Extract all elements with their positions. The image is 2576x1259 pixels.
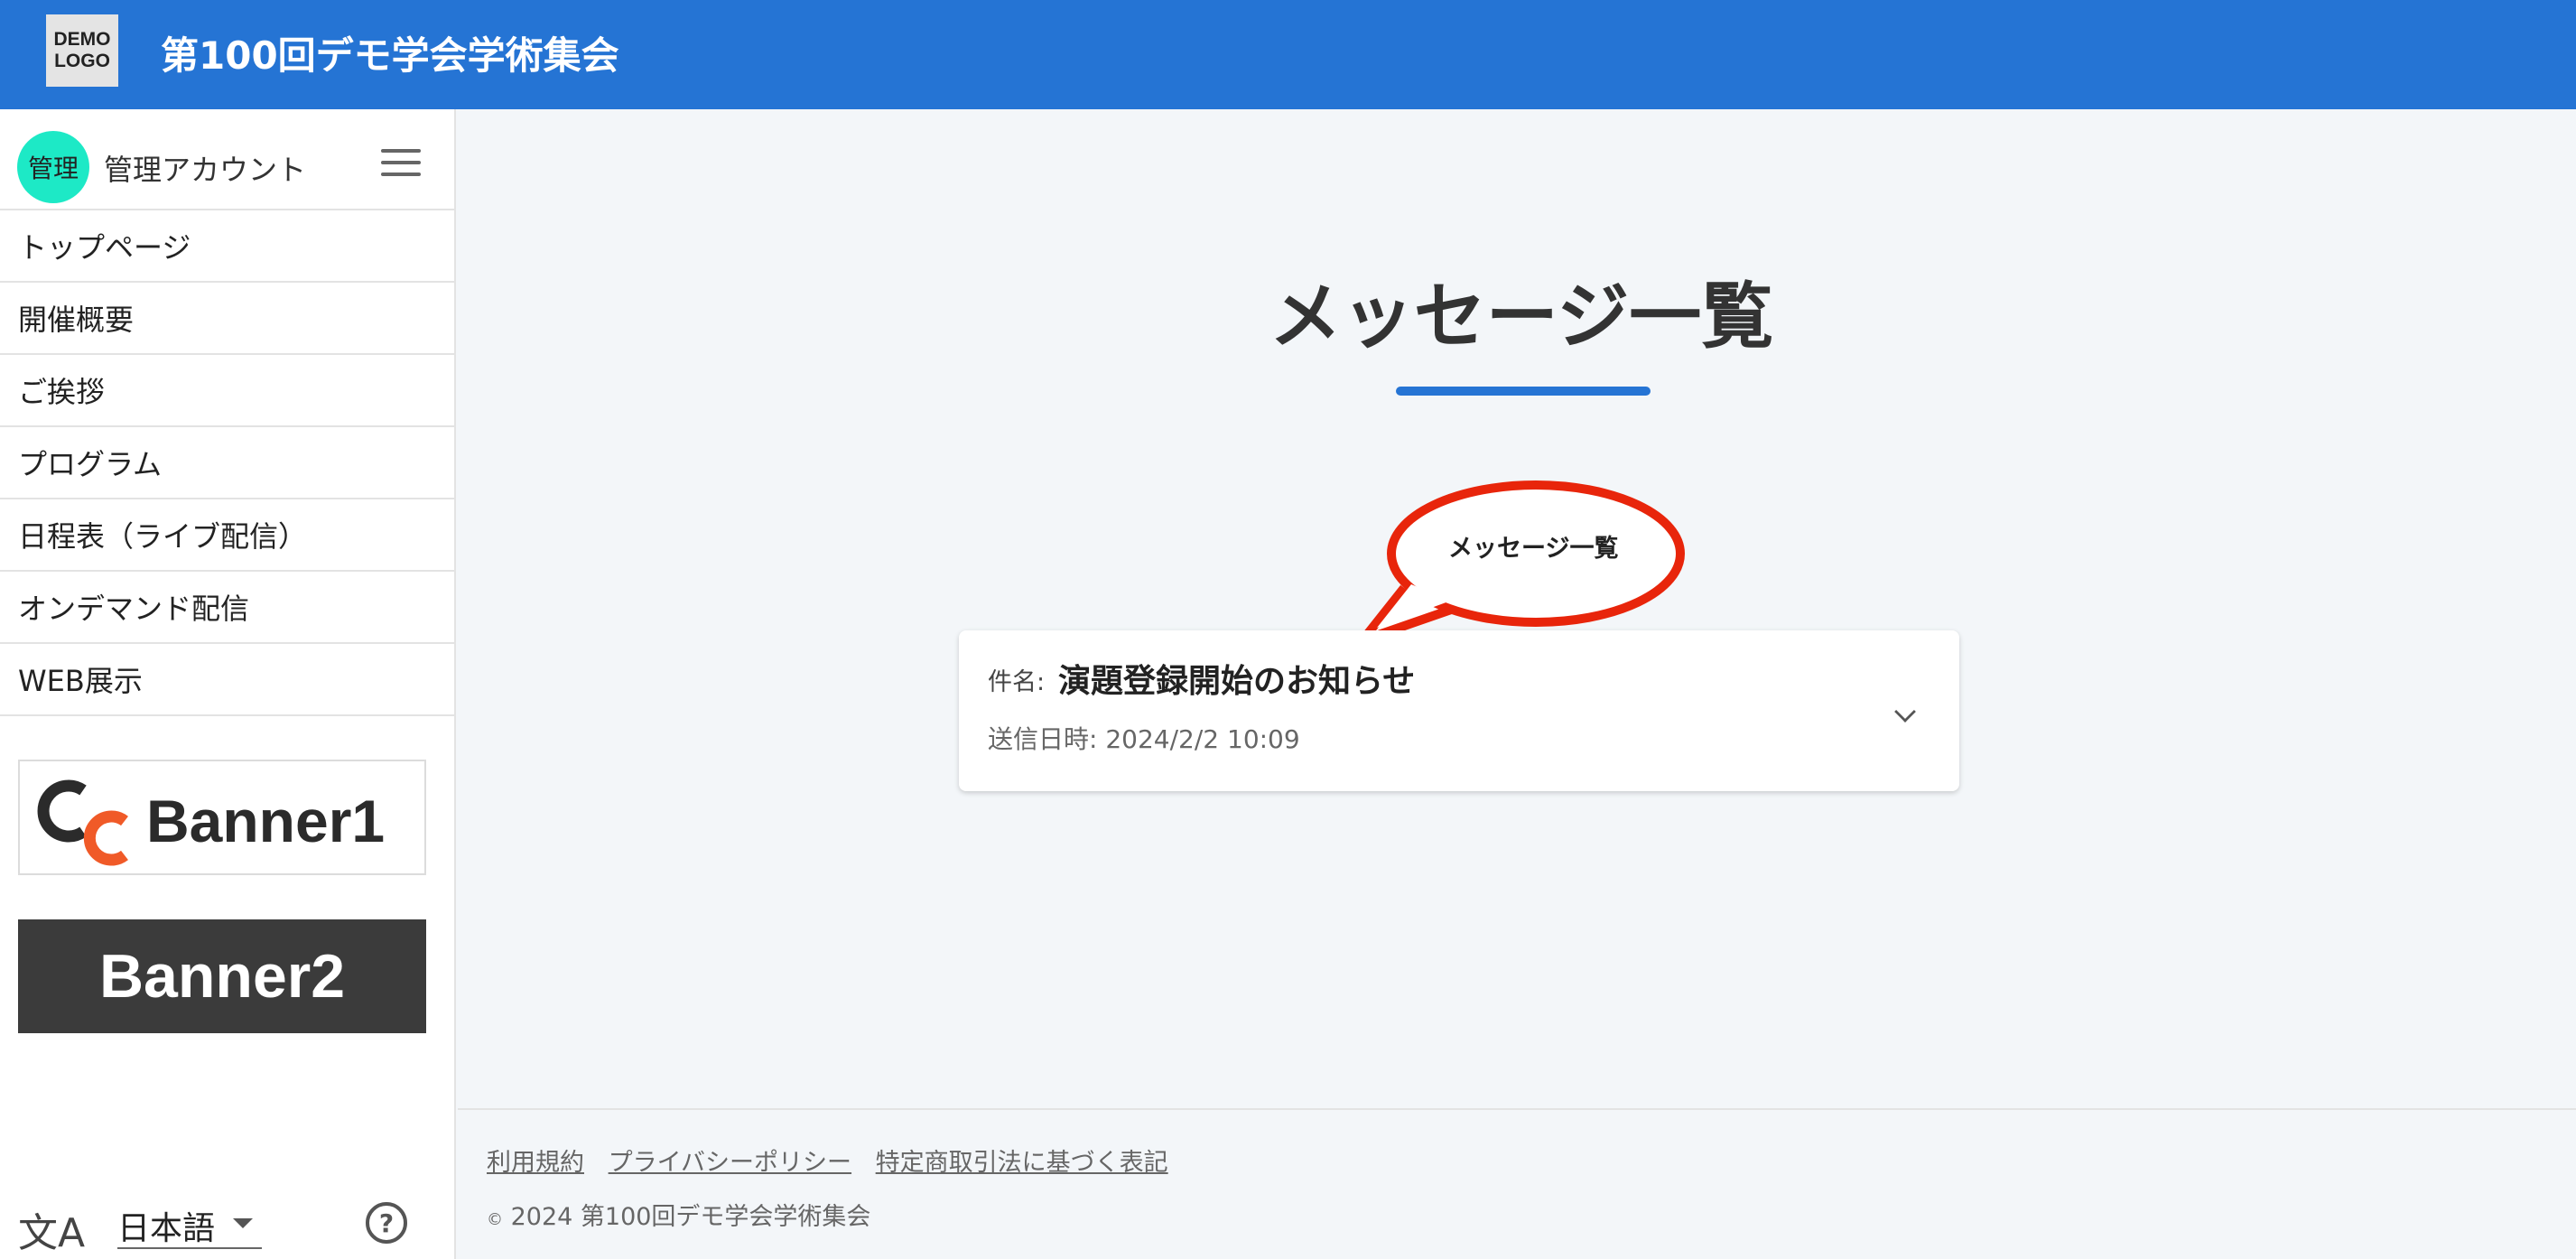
sidebar-item-top-page[interactable]: トップページ xyxy=(0,210,456,283)
banner2[interactable]: Banner2 xyxy=(18,919,426,1033)
language-select[interactable]: 日本語 xyxy=(117,1202,262,1249)
title-underline xyxy=(1396,387,1651,396)
translate-icon: 文A xyxy=(18,1210,86,1256)
sidebar: 管理 管理アカウント トップページ 開催概要 ご挨拶 プログラム 日程表（ライブ… xyxy=(0,109,456,1259)
avatar[interactable]: 管理 xyxy=(17,131,89,203)
language-value: 日本語 xyxy=(117,1210,216,1247)
sidebar-item-program[interactable]: プログラム xyxy=(0,427,456,499)
copyright-text: 2024 第100回デモ学会学術集会 xyxy=(510,1203,871,1231)
privacy-link[interactable]: プライバシーポリシー xyxy=(609,1149,851,1177)
help-icon[interactable]: ? xyxy=(366,1202,407,1244)
sent-datetime: 2024/2/2 10:09 xyxy=(1105,724,1300,754)
speech-bubble-text: メッセージ一覧 xyxy=(1448,535,1619,563)
banner1-logo-icon xyxy=(37,779,128,866)
message-subject: 演題登録開始のお知らせ xyxy=(1058,663,1416,700)
logo-line1: DEMO xyxy=(53,29,111,50)
caret-down-icon xyxy=(233,1218,253,1228)
terms-link[interactable]: 利用規約 xyxy=(487,1149,584,1177)
sent-label: 送信日時: xyxy=(988,724,1098,754)
hamburger-icon[interactable] xyxy=(381,149,423,180)
footer-links: 利用規約 プライバシーポリシー 特定商取引法に基づく表記 xyxy=(487,1142,1185,1178)
sidebar-item-overview[interactable]: 開催概要 xyxy=(0,283,456,355)
page-footer: 利用規約 プライバシーポリシー 特定商取引法に基づく表記 © 2024 第100… xyxy=(458,1108,2576,1259)
sidebar-item-on-demand[interactable]: オンデマンド配信 xyxy=(0,572,456,644)
speech-bubble xyxy=(1358,480,1685,645)
site-logo[interactable]: DEMO LOGO xyxy=(46,14,118,87)
sidebar-footer: 文A 日本語 ? xyxy=(0,1175,456,1256)
sidebar-item-schedule[interactable]: 日程表（ライブ配信） xyxy=(0,499,456,572)
sidebar-item-greeting[interactable]: ご挨拶 xyxy=(0,355,456,427)
account-name: 管理アカウント xyxy=(104,153,307,187)
message-card[interactable]: 件名: 演題登録開始のお知らせ 送信日時: 2024/2/2 10:09 xyxy=(959,630,1959,791)
page-title: メッセージ一覧 xyxy=(1269,275,1774,359)
main-content: メッセージ一覧 メッセージ一覧 件名: 演題登録開始のお知らせ 送信日時: 20… xyxy=(458,109,2576,1108)
subject-label: 件名: xyxy=(988,668,1046,696)
copyright-symbol: © xyxy=(487,1210,503,1229)
sidebar-nav: トップページ 開催概要 ご挨拶 プログラム 日程表（ライブ配信） オンデマンド配… xyxy=(0,210,456,716)
sidebar-item-web-exhibit[interactable]: WEB展示 xyxy=(0,644,456,716)
logo-line2: LOGO xyxy=(54,51,110,71)
sent-row: 送信日時: 2024/2/2 10:09 xyxy=(988,720,1300,756)
chevron-down-icon[interactable] xyxy=(1894,701,1916,723)
banner1-label: Banner1 xyxy=(146,788,386,854)
site-title: 第100回デモ学会学術集会 xyxy=(161,33,619,78)
copyright: © 2024 第100回デモ学会学術集会 xyxy=(487,1197,870,1232)
app-header: DEMO LOGO 第100回デモ学会学術集会 xyxy=(0,0,2576,109)
commercial-law-link[interactable]: 特定商取引法に基づく表記 xyxy=(876,1149,1168,1177)
banner1[interactable]: Banner1 xyxy=(18,760,426,875)
account-row: 管理 管理アカウント xyxy=(0,109,456,210)
